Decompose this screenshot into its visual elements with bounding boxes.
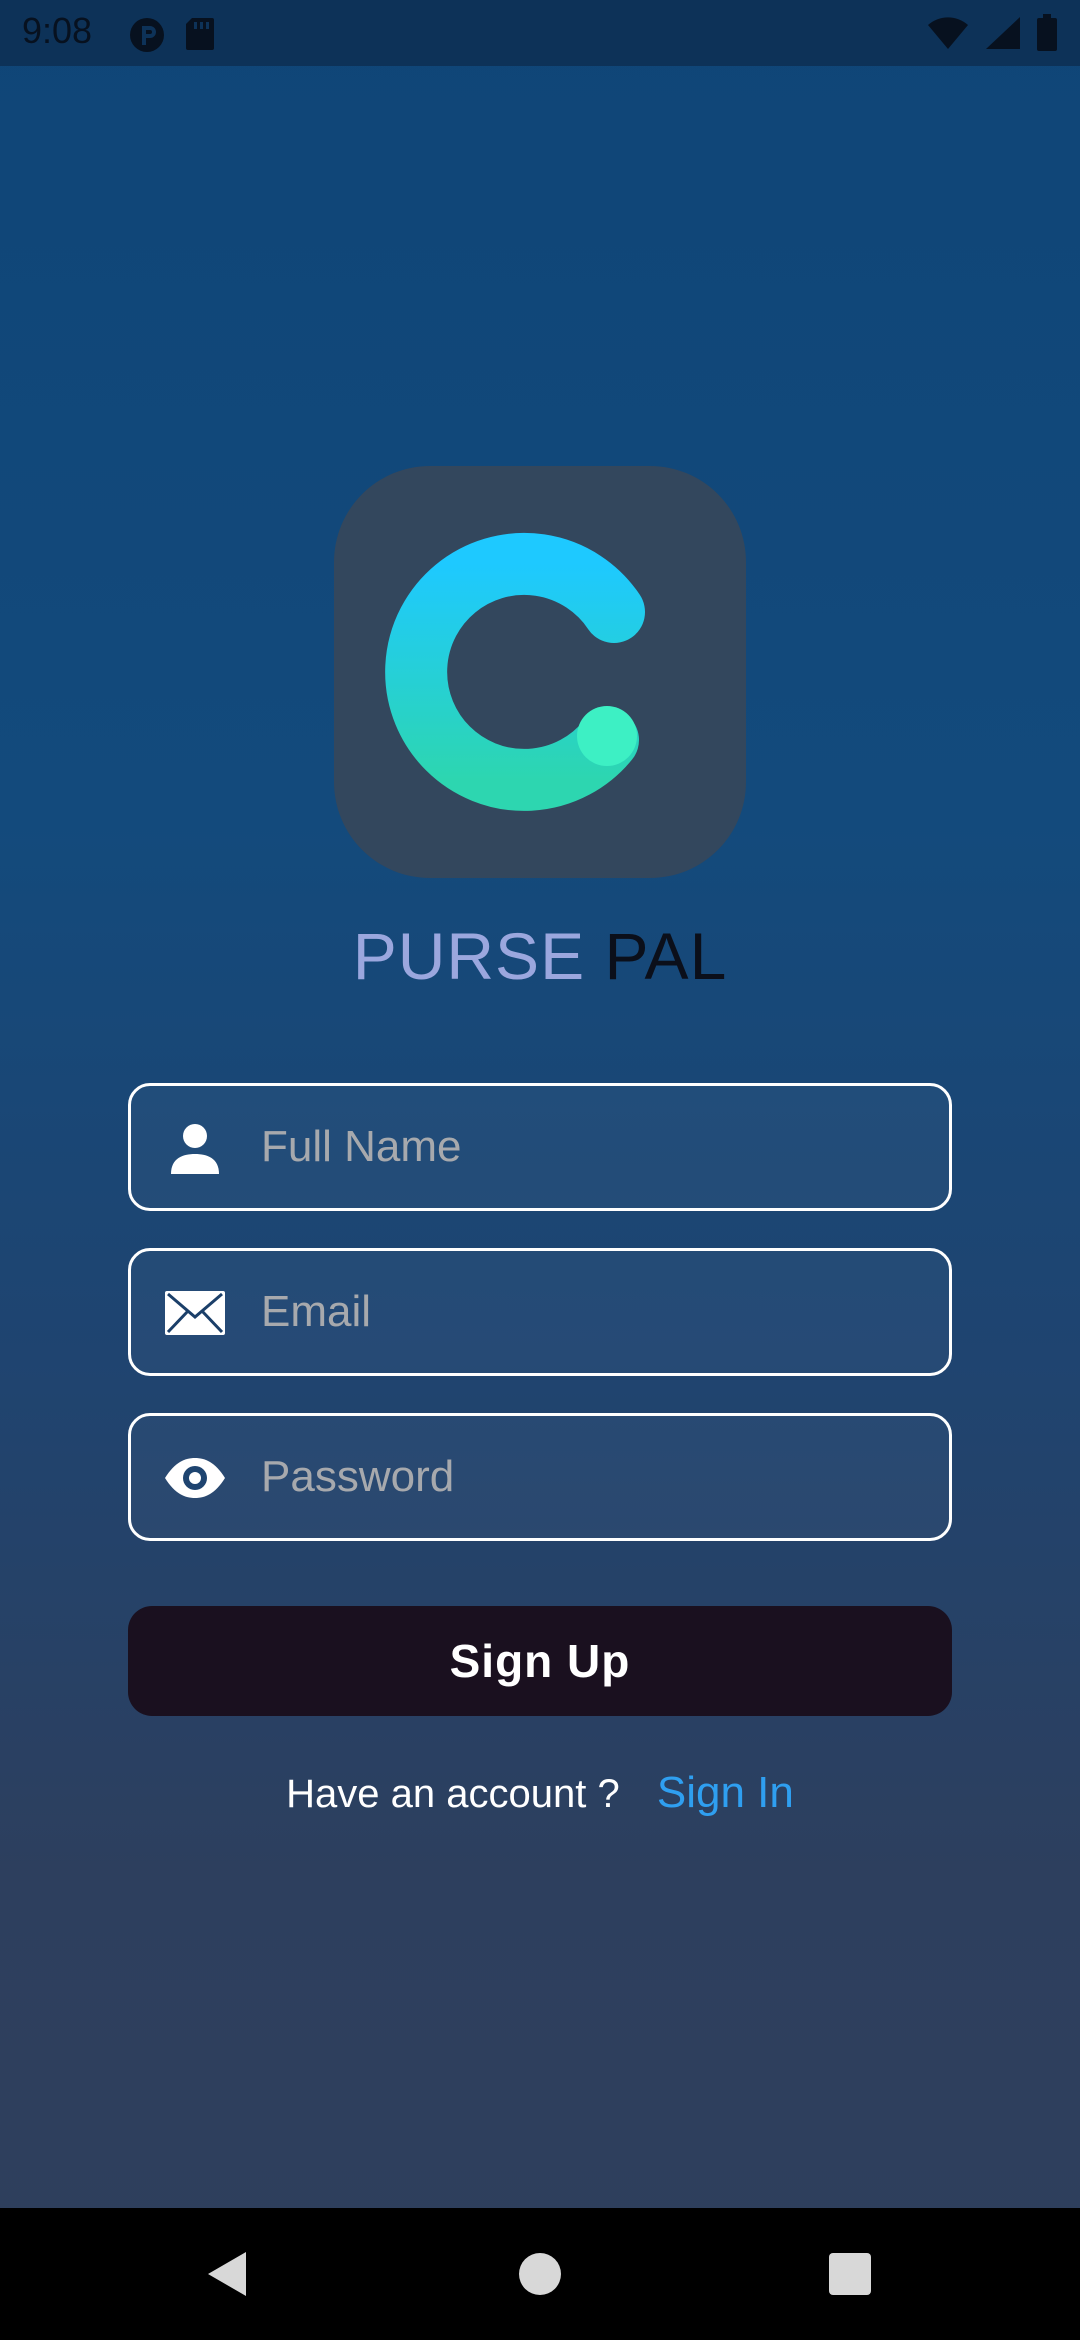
eye-icon[interactable] [163,1446,227,1510]
recents-icon[interactable] [818,2242,882,2306]
have-account-text: Have an account ? [286,1772,620,1816]
notification-icon [130,18,164,52]
c-logo-icon [385,532,645,811]
home-icon[interactable] [508,2242,572,2306]
status-left-icons [128,16,216,54]
full-name-input[interactable] [261,1086,921,1208]
cell-signal-icon [986,17,1020,49]
signin-prompt-row: Have an account ? Sign In [0,1768,1080,1818]
status-time: 9:08 [22,10,93,51]
email-field[interactable] [128,1248,952,1376]
sd-card-icon [186,18,214,50]
app-logo [334,466,746,878]
full-name-field[interactable] [128,1083,952,1211]
mail-icon [165,1291,225,1335]
password-input[interactable] [261,1416,921,1538]
email-input[interactable] [261,1251,921,1373]
back-icon[interactable] [196,2242,260,2306]
person-icon [171,1124,219,1174]
brand-title: PURSE PAL [0,918,1080,994]
system-nav-bar [0,2208,1080,2340]
brand-name-part2: PAL [604,919,728,993]
password-field[interactable] [128,1413,952,1541]
brand-name-part1: PURSE [352,919,586,993]
sign-in-link[interactable]: Sign In [657,1768,794,1817]
wifi-icon [928,17,968,49]
status-right-icons [926,14,1058,52]
battery-icon [1037,14,1057,51]
sign-up-button[interactable]: Sign Up [128,1606,952,1716]
status-bar: 9:08 [0,0,1080,66]
